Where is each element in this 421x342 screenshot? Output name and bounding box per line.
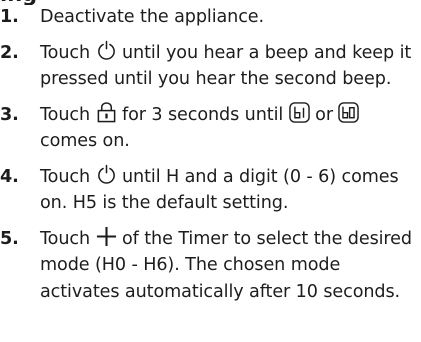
step-text-part: or — [315, 104, 333, 125]
step-text-part: comes on. — [40, 131, 130, 151]
power-icon — [96, 164, 117, 185]
step-1: 1. Deactivate the appliance. — [0, 4, 421, 31]
step-5: 5. Touch of the Timer to select the desi… — [0, 226, 421, 306]
step-number: 1. — [0, 7, 19, 27]
lock-icon — [96, 101, 117, 123]
plus-icon — [96, 226, 117, 247]
step-text-part: Touch — [40, 166, 90, 187]
step-text: Touch for 3 seconds until or comes on. — [40, 101, 421, 155]
step-4: 4. Touch until H and a digit (0 - 6) com… — [0, 164, 421, 217]
step-text-part: Touch — [40, 104, 90, 125]
step-text: Deactivate the appliance. — [40, 4, 421, 31]
step-text: Touch until H and a digit (0 - 6) comes … — [40, 164, 421, 217]
step-text: Touch until you hear a beep and keep it … — [40, 40, 421, 93]
display-b0-icon — [338, 101, 360, 123]
step-text-part: Deactivate the appliance. — [40, 7, 265, 27]
step-number: 2. — [0, 42, 19, 63]
instruction-steps: 1. Deactivate the appliance. 2. Touch un… — [0, 4, 421, 305]
step-number: 5. — [0, 228, 19, 249]
step-2: 2. Touch until you hear a beep and keep … — [0, 40, 421, 93]
step-number: 3. — [0, 104, 19, 125]
step-number: 4. — [0, 166, 19, 187]
step-text-part: for 3 seconds until — [122, 104, 284, 125]
step-3: 3. Touch for 3 seconds until or comes on… — [0, 101, 421, 155]
step-text-part: Touch — [40, 228, 90, 249]
step-text-part: until H and a digit (0 - 6) comes on. H5… — [40, 166, 399, 214]
step-text: Touch of the Timer to select the desired… — [40, 226, 421, 306]
step-text-part: Touch — [40, 42, 90, 63]
display-b1-icon — [288, 101, 310, 123]
power-icon — [96, 40, 117, 61]
